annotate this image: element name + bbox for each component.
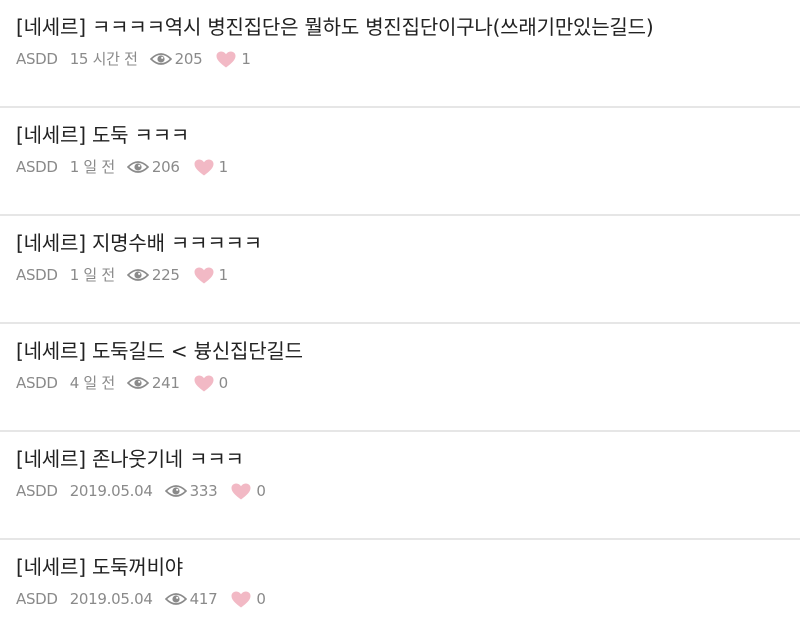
view-count: 206 — [126, 156, 180, 178]
post-title[interactable]: [네세르] ㅋㅋㅋㅋ역시 병진집단은 뭘하도 병진집단이구나(쓰래기만있는길드) — [16, 11, 784, 43]
post-title[interactable]: [네세르] 도둑길드 < 븅신집단길드 — [16, 335, 784, 367]
post-item[interactable]: [네세르] 존나웃기네 ㅋㅋㅋ ASDD 2019.05.04 333 0 — [0, 432, 800, 540]
eye-icon — [164, 485, 187, 497]
view-count: 225 — [126, 264, 180, 286]
post-time: 1 일 전 — [69, 158, 115, 176]
post-meta: ASDD 2019.05.04 333 0 — [16, 480, 784, 502]
post-meta: ASDD 1 일 전 225 1 — [16, 264, 784, 286]
post-time: 15 시간 전 — [69, 50, 138, 68]
like-count-value: 0 — [256, 482, 266, 500]
heart-icon — [194, 375, 214, 391]
post-meta: ASDD 2019.05.04 417 0 — [16, 588, 784, 610]
post-title[interactable]: [네세르] 도둑 ㅋㅋㅋ — [16, 119, 784, 151]
post-time: 4 일 전 — [69, 374, 115, 392]
heart-icon — [231, 483, 251, 499]
view-count-value: 333 — [189, 482, 218, 500]
post-author[interactable]: ASDD — [16, 48, 58, 70]
view-count-value: 205 — [174, 50, 203, 68]
like-count: 1 — [194, 156, 228, 178]
like-count-value: 0 — [256, 590, 266, 608]
like-count-value: 1 — [241, 50, 251, 68]
like-count-value: 0 — [218, 374, 229, 392]
view-count: 241 — [126, 372, 180, 394]
post-author[interactable]: ASDD — [16, 264, 58, 286]
like-count: 0 — [231, 588, 266, 610]
post-time: 2019.05.04 — [69, 482, 153, 500]
view-count: 333 — [164, 480, 218, 502]
post-author[interactable]: ASDD — [16, 480, 58, 502]
view-count-value: 241 — [151, 374, 180, 392]
post-meta: ASDD 4 일 전 241 0 — [16, 372, 784, 394]
view-count: 205 — [149, 48, 203, 70]
view-count-value: 206 — [151, 158, 180, 176]
eye-icon — [149, 53, 172, 65]
heart-icon — [216, 51, 236, 67]
view-count-value: 225 — [151, 266, 180, 284]
eye-icon — [126, 161, 149, 173]
like-count: 0 — [194, 372, 228, 394]
eye-icon — [126, 269, 149, 281]
like-count-value: 1 — [218, 158, 229, 176]
post-title[interactable]: [네세르] 지명수배 ㅋㅋㅋㅋㅋ — [16, 227, 784, 259]
heart-icon — [194, 267, 214, 283]
eye-icon — [126, 377, 149, 389]
post-title[interactable]: [네세르] 도둑꺼비야 — [16, 551, 784, 583]
eye-icon — [164, 593, 187, 605]
post-title[interactable]: [네세르] 존나웃기네 ㅋㅋㅋ — [16, 443, 784, 475]
post-item[interactable]: [네세르] ㅋㅋㅋㅋ역시 병진집단은 뭘하도 병진집단이구나(쓰래기만있는길드)… — [0, 0, 800, 108]
post-author[interactable]: ASDD — [16, 372, 58, 394]
post-item[interactable]: [네세르] 도둑꺼비야 ASDD 2019.05.04 417 0 — [0, 540, 800, 639]
post-author[interactable]: ASDD — [16, 588, 58, 610]
post-list: [네세르] ㅋㅋㅋㅋ역시 병진집단은 뭘하도 병진집단이구나(쓰래기만있는길드)… — [0, 0, 800, 639]
post-item[interactable]: [네세르] 도둑 ㅋㅋㅋ ASDD 1 일 전 206 1 — [0, 108, 800, 216]
post-item[interactable]: [네세르] 도둑길드 < 븅신집단길드 ASDD 4 일 전 241 0 — [0, 324, 800, 432]
like-count: 1 — [194, 264, 228, 286]
post-time: 2019.05.04 — [69, 590, 153, 608]
post-item[interactable]: [네세르] 지명수배 ㅋㅋㅋㅋㅋ ASDD 1 일 전 225 1 — [0, 216, 800, 324]
post-meta: ASDD 15 시간 전 205 1 — [16, 48, 784, 70]
like-count: 1 — [216, 48, 251, 70]
post-author[interactable]: ASDD — [16, 156, 58, 178]
like-count: 0 — [231, 480, 266, 502]
view-count-value: 417 — [189, 590, 218, 608]
heart-icon — [194, 159, 214, 175]
post-time: 1 일 전 — [69, 266, 115, 284]
post-meta: ASDD 1 일 전 206 1 — [16, 156, 784, 178]
view-count: 417 — [164, 588, 218, 610]
like-count-value: 1 — [218, 266, 229, 284]
heart-icon — [231, 591, 251, 607]
